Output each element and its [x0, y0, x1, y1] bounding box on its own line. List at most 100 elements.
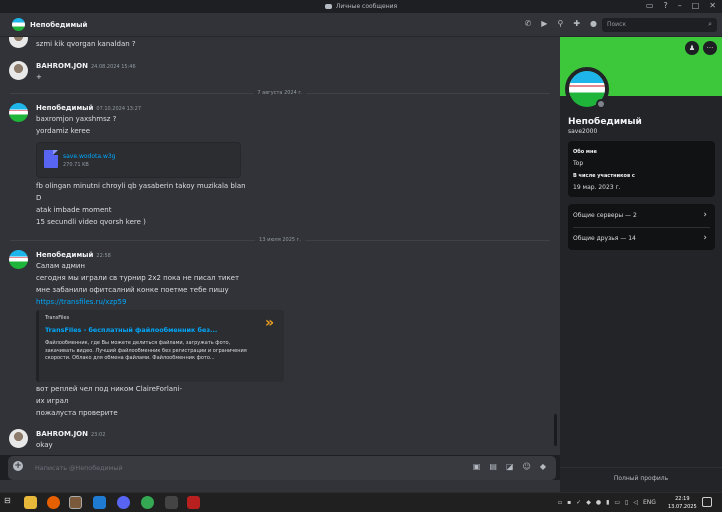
- file-name-link[interactable]: save.wodota.w3g: [63, 153, 115, 160]
- header-username[interactable]: Непобедимый: [30, 21, 87, 29]
- gif-icon[interactable]: ▤: [489, 462, 497, 471]
- taskbar-clock[interactable]: 22:19 13.07.2025: [668, 495, 697, 511]
- language-indicator[interactable]: ENG: [643, 499, 656, 506]
- app-icon[interactable]: [165, 496, 178, 509]
- message-text: вот реплей чел под ником ClaireForlani-: [36, 385, 182, 393]
- pinned-messages-icon[interactable]: ⚲: [557, 19, 563, 28]
- message-timestamp: 22:58: [96, 253, 111, 259]
- sticker-icon[interactable]: ◪: [506, 462, 514, 471]
- notification-icon[interactable]: [702, 497, 712, 507]
- add-friends-icon[interactable]: ✚: [573, 19, 580, 28]
- mutual-friends-label: Общие друзья — 14: [573, 235, 636, 242]
- system-tray: ▫ ▪ ✓ ◆ ● ▮ ▭ ▯ ◁ ENG: [558, 499, 656, 506]
- more-options-icon[interactable]: ···: [703, 41, 717, 55]
- embed-description: Файлообменник, где Вы можете делиться фа…: [45, 340, 247, 361]
- message-text: сегодня мы играли св турнир 2х2 пока не …: [36, 274, 240, 282]
- about-card: Обо мне Top В числе участников с 19 мар.…: [568, 141, 715, 197]
- message-text: пожалуста проверите: [36, 409, 118, 417]
- message-author[interactable]: Непобедимый 22:58: [36, 251, 111, 259]
- user-profile-toggle-icon[interactable]: ●: [590, 19, 597, 28]
- full-profile-button[interactable]: Полный профиль: [560, 475, 722, 482]
- dota-icon[interactable]: [187, 496, 200, 509]
- window-title: Личные сообщения: [335, 3, 398, 10]
- embed-provider: TransFiles: [45, 315, 70, 321]
- link-embed: TransFiles TransFiles - бесплатный файло…: [36, 310, 284, 382]
- message-timestamp: 07.10.2024 13:27: [96, 106, 142, 112]
- message-text: их играл: [36, 397, 69, 405]
- message-timestamp: 24.08.2024 15:46: [91, 64, 136, 70]
- date-divider: 7 августа 2024 г.: [10, 90, 550, 96]
- firefox-icon[interactable]: [47, 496, 60, 509]
- header-avatar[interactable]: [12, 18, 25, 31]
- search-placeholder: Поиск: [607, 21, 627, 28]
- message-text: szmi kik qvorgan kanaldan ?: [36, 40, 136, 48]
- message-author[interactable]: BAHROM.JON 24.08.2024 15:46: [36, 62, 136, 70]
- about-label: Обо мне: [573, 149, 597, 155]
- emoji-icon[interactable]: ☺: [523, 462, 531, 471]
- mutual-friends-row[interactable]: Общие друзья — 14 ›: [568, 228, 715, 250]
- status-indicator: [596, 99, 606, 109]
- network-icon[interactable]: ▯: [625, 499, 628, 506]
- chat-footer-space: [0, 480, 560, 492]
- video-call-icon[interactable]: ▶: [541, 19, 547, 28]
- transfiles-logo-icon: »: [264, 315, 274, 331]
- vscode-icon[interactable]: [93, 496, 106, 509]
- taskview-icon[interactable]: ⊟: [4, 496, 17, 509]
- tray-icon[interactable]: ◆: [586, 499, 591, 506]
- add-friend-icon[interactable]: ♟: [685, 41, 699, 55]
- message-text: +: [36, 73, 42, 81]
- date-divider-label: 13 июля 2025 г.: [255, 237, 305, 243]
- chat-scrollbar[interactable]: [554, 414, 557, 446]
- message-text: D: [36, 194, 42, 202]
- avatar[interactable]: [9, 429, 28, 448]
- member-since-label: В числе участников с: [573, 173, 635, 179]
- avatar[interactable]: [9, 250, 28, 269]
- close-icon[interactable]: ✕: [709, 1, 716, 10]
- file-attachment[interactable]: save.wodota.w3g 270.71 KB: [36, 142, 241, 178]
- message-author[interactable]: BAHROM.JON 23:02: [36, 430, 105, 438]
- tray-icon[interactable]: ▮: [606, 499, 609, 506]
- embed-title-link[interactable]: TransFiles - бесплатный файлообменник бе…: [45, 326, 217, 334]
- composer-placeholder: Написать @Непобедимый: [35, 464, 123, 472]
- member-since-date: 19 мар. 2023 г.: [573, 184, 621, 191]
- steam-icon[interactable]: [69, 496, 82, 509]
- chrome-icon[interactable]: [141, 496, 154, 509]
- tray-icon[interactable]: ▪: [567, 499, 571, 506]
- search-input[interactable]: Поиск ⌕: [602, 18, 717, 32]
- message-text: Салам админ: [36, 262, 85, 270]
- file-icon: [44, 150, 58, 168]
- avatar[interactable]: [9, 37, 28, 48]
- tray-icon[interactable]: ●: [596, 499, 601, 506]
- file-size: 270.71 KB: [63, 162, 89, 168]
- about-text: Top: [573, 160, 584, 167]
- search-icon: ⌕: [708, 20, 712, 28]
- attach-plus-icon[interactable]: +: [13, 461, 23, 471]
- voice-call-icon[interactable]: ✆: [525, 19, 532, 28]
- help-icon[interactable]: ?: [663, 1, 667, 10]
- avatar[interactable]: [9, 103, 28, 122]
- file-explorer-icon[interactable]: [24, 496, 37, 509]
- message-composer[interactable]: + Написать @Непобедимый ▣ ▤ ◪ ☺ ◆: [8, 456, 556, 480]
- message-author[interactable]: Непобедимый 07.10.2024 13:27: [36, 104, 141, 112]
- message-link[interactable]: https://transfiles.ru/xzp59: [36, 298, 126, 306]
- avatar[interactable]: [9, 61, 28, 80]
- message-text: fb olingan minutni chroyli qb yasaberin …: [36, 182, 246, 190]
- mutual-servers-row[interactable]: Общие серверы — 2 ›: [568, 205, 715, 227]
- tray-icon[interactable]: ▭: [614, 499, 620, 506]
- gift-icon[interactable]: ▣: [473, 462, 481, 471]
- date-divider: 13 июля 2025 г.: [10, 237, 550, 243]
- profile-username: save2000: [568, 128, 598, 135]
- tray-icon[interactable]: ✓: [576, 499, 581, 506]
- chat-area: szmi kik qvorgan kanaldan ? BAHROM.JON 24…: [0, 37, 560, 455]
- maximize-icon[interactable]: □: [692, 1, 700, 10]
- date-divider-label: 7 августа 2024 г.: [253, 90, 307, 96]
- apps-icon[interactable]: ◆: [540, 462, 546, 471]
- inbox-icon[interactable]: ▭: [646, 1, 654, 10]
- tray-icon[interactable]: ▫: [558, 499, 562, 506]
- chevron-right-icon: ›: [703, 233, 707, 243]
- message-text: мне забанили офитсалний конке поетме теб…: [36, 286, 229, 294]
- discord-icon[interactable]: [117, 496, 130, 509]
- volume-icon[interactable]: ◁: [633, 499, 638, 506]
- windows-taskbar: ⊟ ▫ ▪ ✓ ◆ ● ▮ ▭ ▯ ◁ ENG 22:19 13.07.2025: [0, 492, 722, 512]
- minimize-icon[interactable]: –: [678, 1, 682, 10]
